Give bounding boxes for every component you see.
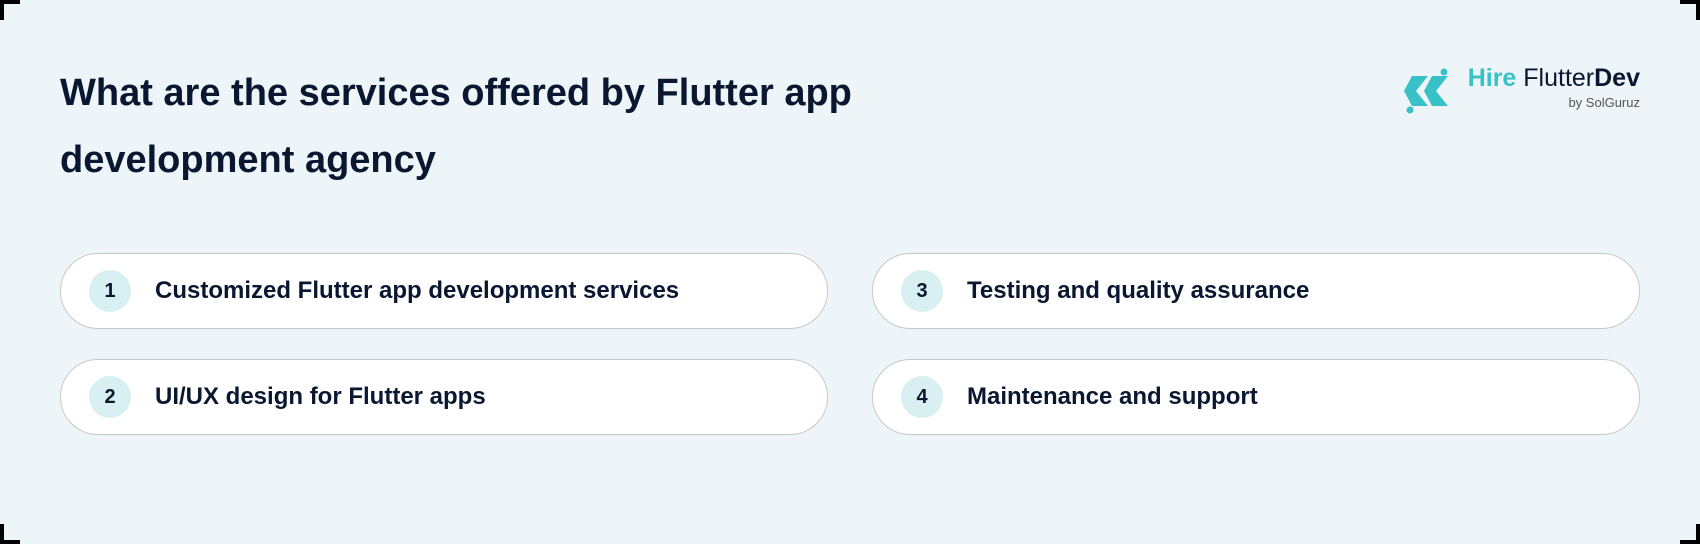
service-label: Maintenance and support <box>967 383 1258 411</box>
service-label: Customized Flutter app development servi… <box>155 277 679 305</box>
page-title: What are the services offered by Flutter… <box>60 60 960 193</box>
brand-hire: Hire <box>1468 64 1517 92</box>
service-label: UI/UX design for Flutter apps <box>155 383 486 411</box>
service-item-3: 3 Testing and quality assurance <box>872 253 1640 329</box>
service-item-2: 2 UI/UX design for Flutter apps <box>60 359 828 435</box>
brand-icon <box>1400 64 1454 118</box>
service-label: Testing and quality assurance <box>967 277 1309 305</box>
header: What are the services offered by Flutter… <box>60 60 1640 193</box>
number-badge: 3 <box>901 270 943 312</box>
brand-logo: Hire FlutterDev by SolGuruz <box>1400 64 1640 118</box>
brand-dev: Dev <box>1594 64 1640 92</box>
brand-name: Hire FlutterDev <box>1468 64 1640 93</box>
number-badge: 2 <box>89 376 131 418</box>
services-grid: 1 Customized Flutter app development ser… <box>60 253 1640 435</box>
brand-text: Hire FlutterDev by SolGuruz <box>1468 64 1640 110</box>
crop-corner-bl <box>0 524 20 544</box>
number-badge: 1 <box>89 270 131 312</box>
number-badge: 4 <box>901 376 943 418</box>
crop-corner-tr <box>1680 0 1700 20</box>
brand-byline: by SolGuruz <box>1568 95 1640 110</box>
service-item-1: 1 Customized Flutter app development ser… <box>60 253 828 329</box>
crop-corner-tl <box>0 0 20 20</box>
service-item-4: 4 Maintenance and support <box>872 359 1640 435</box>
brand-flutter: Flutter <box>1516 64 1594 92</box>
crop-corner-br <box>1680 524 1700 544</box>
